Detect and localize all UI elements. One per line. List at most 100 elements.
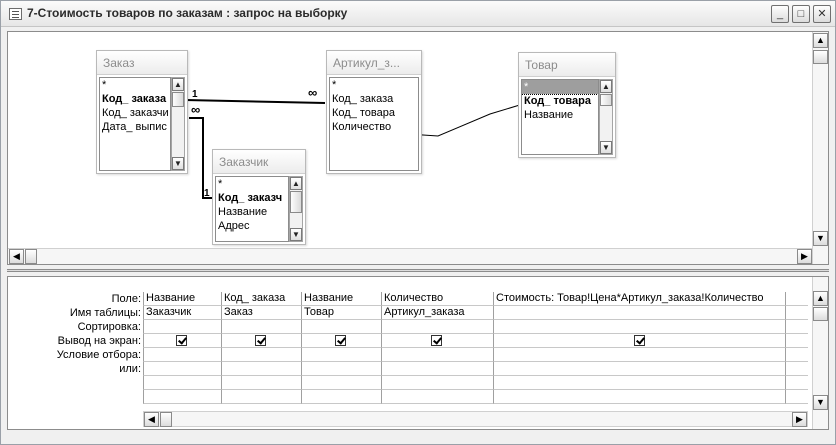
grid-sort-cell[interactable]: [301, 320, 381, 334]
field-item[interactable]: *: [100, 78, 170, 92]
grid-sort-cell[interactable]: [221, 320, 301, 334]
show-checkbox[interactable]: [634, 335, 645, 346]
scroll-down-icon[interactable]: ▼: [172, 157, 184, 170]
grid-sort-cell[interactable]: [143, 320, 221, 334]
field-item[interactable]: Код_ товара: [522, 94, 598, 108]
field-item[interactable]: Адрес: [216, 219, 288, 233]
show-checkbox[interactable]: [335, 335, 346, 346]
grid-sort-cell[interactable]: [785, 320, 808, 334]
scroll-down-icon[interactable]: ▼: [813, 395, 828, 410]
pane-splitter[interactable]: [7, 269, 829, 272]
close-button[interactable]: ✕: [813, 5, 831, 23]
table-customers[interactable]: Заказчик * Код_ заказч Название Адрес ▲ …: [212, 149, 306, 245]
vertical-scrollbar[interactable]: ▲ ▼: [289, 176, 303, 242]
scroll-right-icon[interactable]: ▶: [792, 412, 807, 427]
grid-or-cell[interactable]: [785, 362, 808, 376]
grid-criteria-cell[interactable]: [143, 348, 221, 362]
scroll-up-icon[interactable]: ▲: [172, 78, 184, 91]
scroll-up-icon[interactable]: ▲: [290, 177, 302, 190]
table-title[interactable]: Заказчик: [213, 150, 305, 174]
grid-table-cell[interactable]: Заказчик: [143, 306, 221, 320]
grid-cell[interactable]: [143, 376, 221, 390]
show-checkbox[interactable]: [176, 335, 187, 346]
field-item[interactable]: Код_ заказч: [216, 191, 288, 205]
grid-cell[interactable]: [785, 376, 808, 390]
grid-criteria-cell[interactable]: [301, 348, 381, 362]
grid-show-cell[interactable]: [221, 334, 301, 348]
scroll-thumb[interactable]: [172, 92, 184, 107]
grid-or-cell[interactable]: [143, 362, 221, 376]
show-checkbox[interactable]: [431, 335, 442, 346]
scroll-up-icon[interactable]: ▲: [600, 80, 612, 93]
field-item[interactable]: Дата_ выпис: [100, 120, 170, 134]
grid-cell[interactable]: [221, 390, 301, 404]
grid-show-cell[interactable]: [493, 334, 785, 348]
table-title[interactable]: Товар: [519, 53, 615, 77]
grid-field-cell[interactable]: Название: [301, 292, 381, 306]
grid-criteria-cell[interactable]: [221, 348, 301, 362]
grid-table-cell[interactable]: [493, 306, 785, 320]
field-item[interactable]: Название: [216, 205, 288, 219]
grid-horizontal-scrollbar[interactable]: ◀ ▶: [143, 411, 808, 427]
field-item[interactable]: *: [522, 80, 598, 95]
grid-cell[interactable]: [301, 376, 381, 390]
title-bar[interactable]: 7-Стоимость товаров по заказам : запрос …: [1, 1, 835, 27]
grid-table-cell[interactable]: Артикул_заказа: [381, 306, 493, 320]
scroll-down-icon[interactable]: ▼: [600, 141, 612, 154]
field-item[interactable]: Код_ заказчи: [100, 106, 170, 120]
grid-show-cell[interactable]: [143, 334, 221, 348]
grid-sort-cell[interactable]: [493, 320, 785, 334]
grid-cell[interactable]: [381, 390, 493, 404]
grid-criteria-cell[interactable]: [381, 348, 493, 362]
field-item[interactable]: *: [216, 177, 288, 191]
scroll-thumb[interactable]: [813, 307, 828, 321]
show-checkbox[interactable]: [255, 335, 266, 346]
scroll-thumb[interactable]: [290, 191, 302, 213]
scroll-down-icon[interactable]: ▼: [290, 228, 302, 241]
grid-vertical-scrollbar[interactable]: ▲ ▼: [812, 277, 828, 429]
grid-field-cell[interactable]: Код_ заказа: [221, 292, 301, 306]
grid-field-cell[interactable]: [785, 292, 808, 306]
scroll-left-icon[interactable]: ◀: [144, 412, 159, 427]
grid-table-cell[interactable]: [785, 306, 808, 320]
grid-or-cell[interactable]: [301, 362, 381, 376]
vertical-scrollbar[interactable]: ▲ ▼: [171, 77, 185, 171]
scroll-left-icon[interactable]: ◀: [9, 249, 24, 264]
grid-criteria-cell[interactable]: [493, 348, 785, 362]
minimize-button[interactable]: _: [771, 5, 789, 23]
scroll-up-icon[interactable]: ▲: [813, 291, 828, 306]
field-item[interactable]: Код_ заказа: [330, 92, 418, 106]
grid-cell[interactable]: [381, 376, 493, 390]
vertical-scrollbar[interactable]: ▲ ▼: [599, 79, 613, 155]
field-item[interactable]: Код_ заказа: [100, 92, 170, 106]
field-item[interactable]: Название: [522, 108, 598, 122]
grid-or-cell[interactable]: [381, 362, 493, 376]
query-grid-pane[interactable]: Поле: Имя таблицы: Сортировка: Вывод на …: [7, 276, 829, 430]
grid-table-cell[interactable]: Товар: [301, 306, 381, 320]
table-design-pane[interactable]: 1 ∞ ∞ 1 Заказ * Код_ заказа Код_ заказчи…: [7, 31, 829, 265]
grid-sort-cell[interactable]: [381, 320, 493, 334]
table-order-articles[interactable]: Артикул_з... * Код_ заказа Код_ товара К…: [326, 50, 422, 174]
table-title[interactable]: Заказ: [97, 51, 187, 75]
grid-field-cell[interactable]: Стоимость: Товар!Цена*Артикул_заказа!Кол…: [493, 292, 785, 306]
maximize-button[interactable]: □: [792, 5, 810, 23]
grid-criteria-cell[interactable]: [785, 348, 808, 362]
grid-show-cell[interactable]: [785, 334, 808, 348]
field-item[interactable]: *: [330, 78, 418, 92]
grid-or-cell[interactable]: [493, 362, 785, 376]
scroll-thumb[interactable]: [25, 249, 37, 264]
scroll-thumb[interactable]: [160, 412, 172, 427]
grid-cell[interactable]: [785, 390, 808, 404]
grid-field-cell[interactable]: Количество: [381, 292, 493, 306]
scroll-down-icon[interactable]: ▼: [813, 231, 828, 246]
field-item[interactable]: Код_ товара: [330, 106, 418, 120]
pane-horizontal-scrollbar[interactable]: ◀ ▶: [8, 248, 812, 264]
grid-cell[interactable]: [221, 376, 301, 390]
table-products[interactable]: Товар * Код_ товара Название ▲ ▼: [518, 52, 616, 158]
scroll-thumb[interactable]: [813, 50, 828, 64]
table-orders[interactable]: Заказ * Код_ заказа Код_ заказчи Дата_ в…: [96, 50, 188, 174]
grid-cell[interactable]: [301, 390, 381, 404]
field-item[interactable]: Количество: [330, 120, 418, 134]
grid-cell[interactable]: [493, 390, 785, 404]
grid-cell[interactable]: [493, 376, 785, 390]
